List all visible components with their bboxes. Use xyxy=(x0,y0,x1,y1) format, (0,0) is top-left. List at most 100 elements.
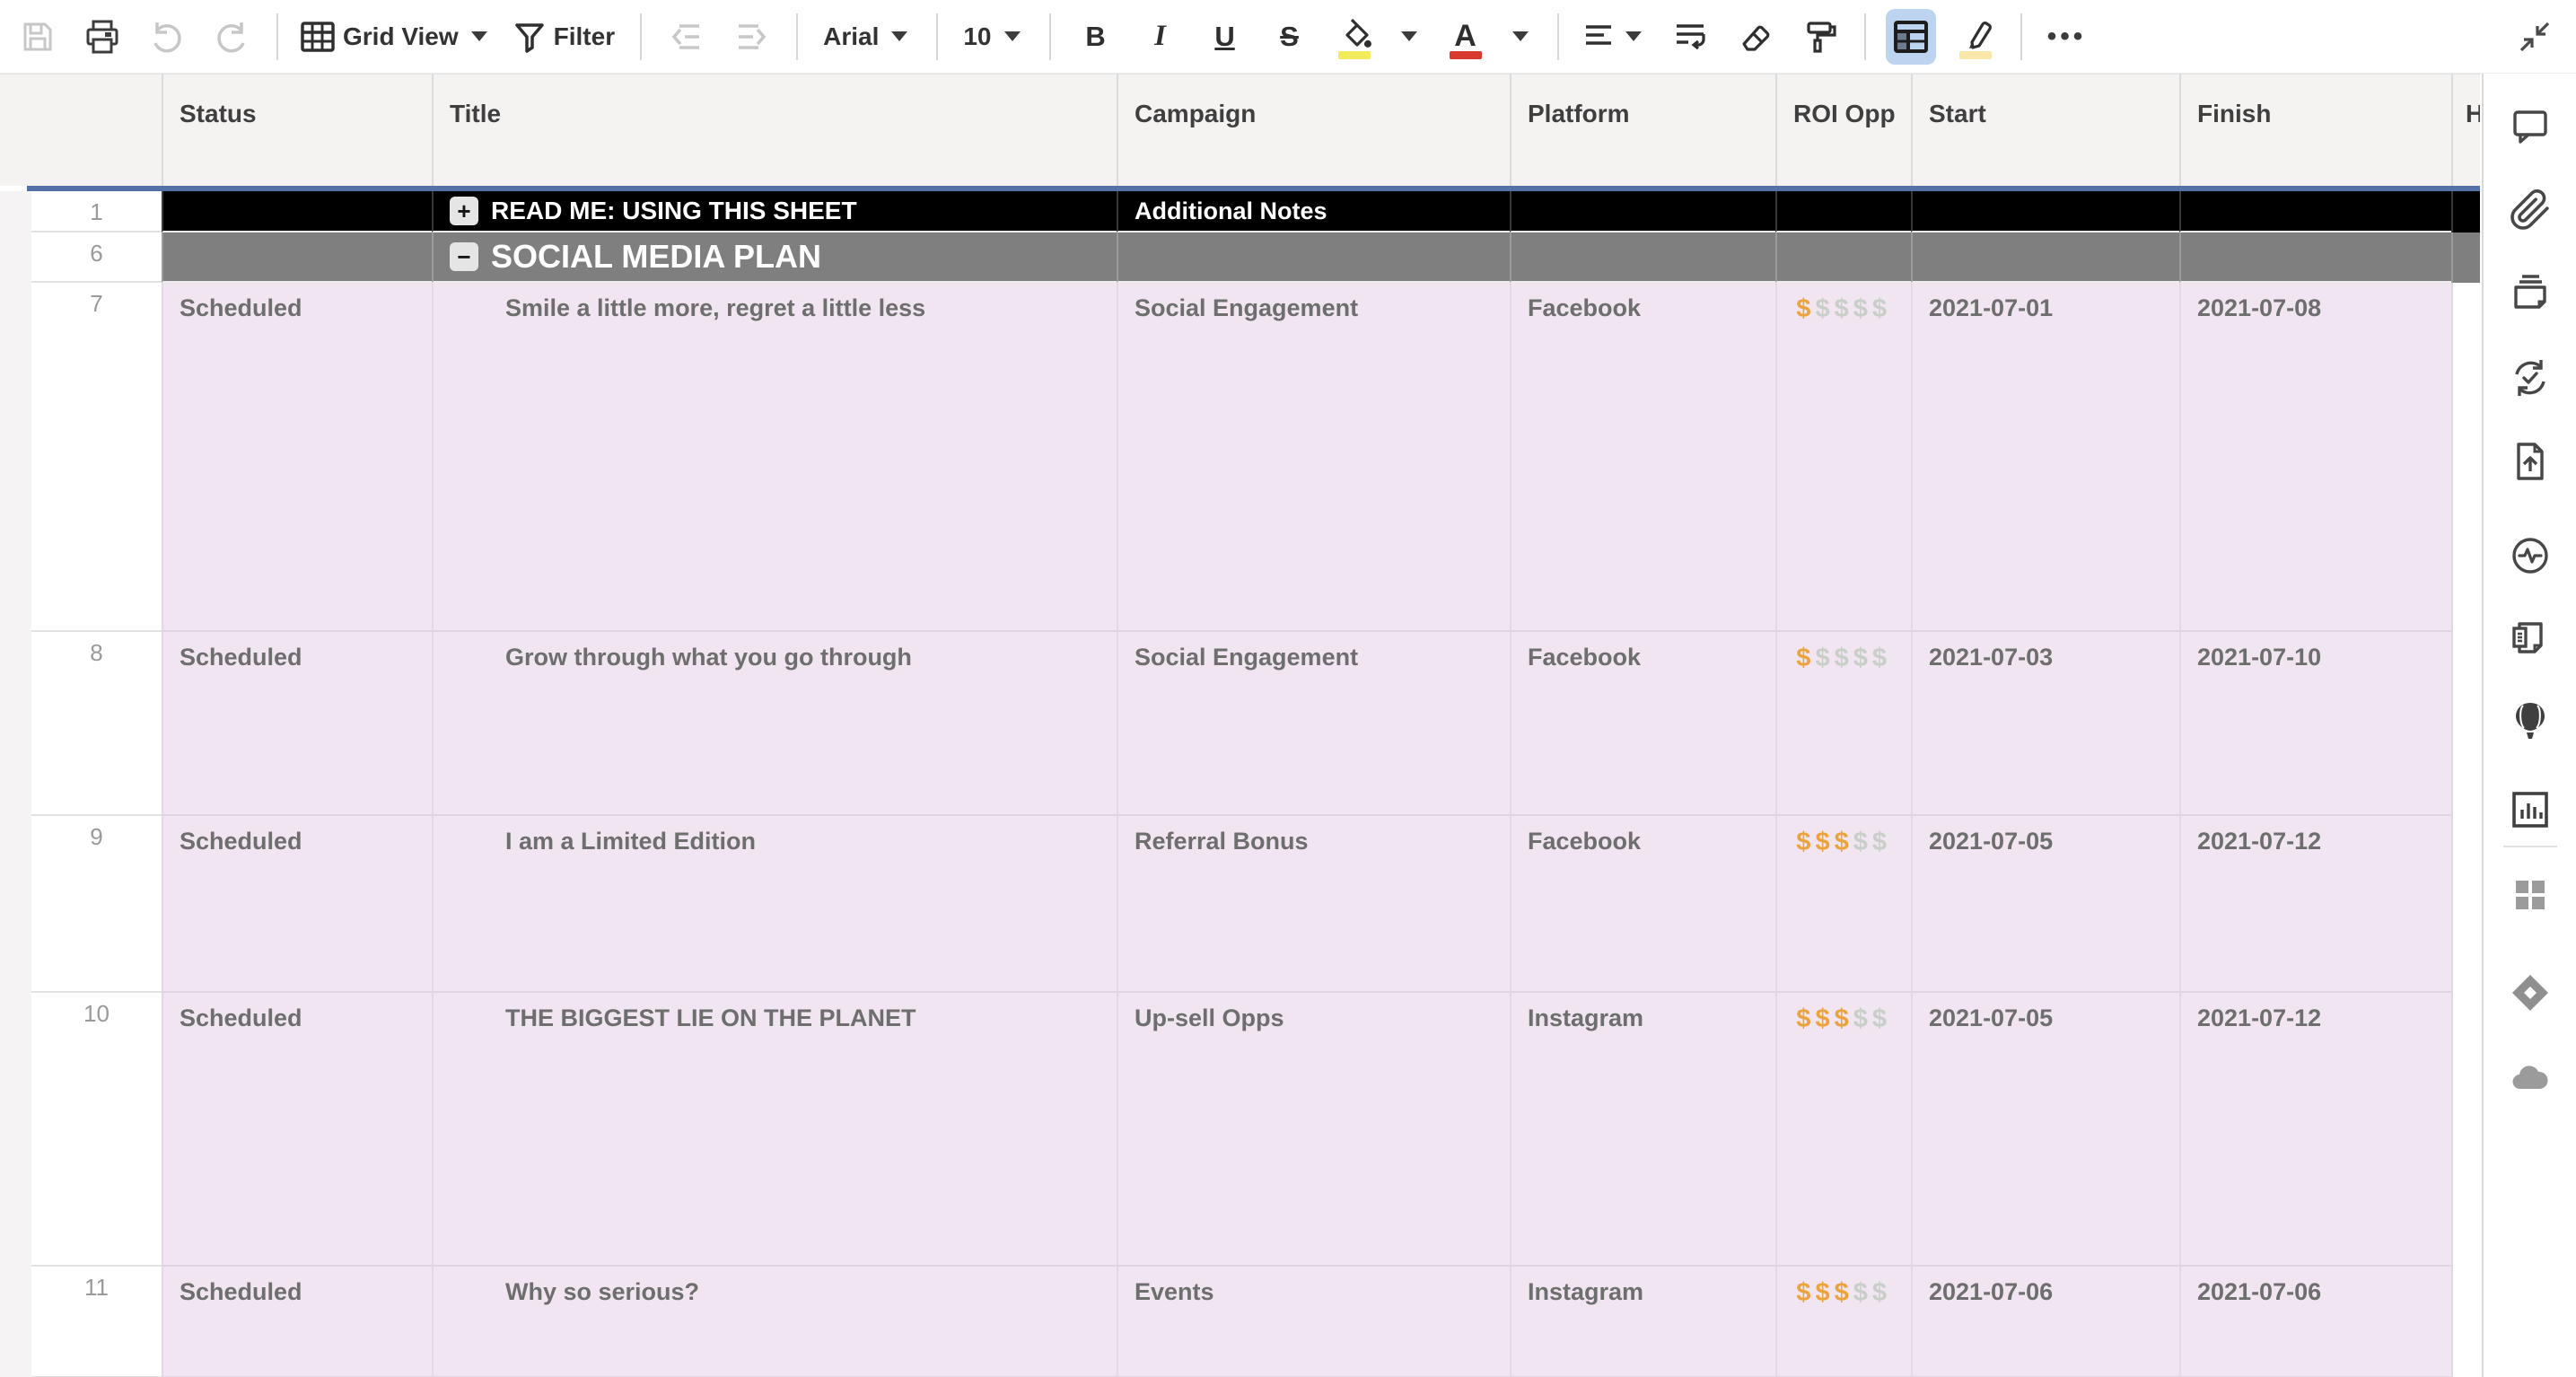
column-header-finish[interactable]: Finish xyxy=(2179,75,2451,186)
attachments-button[interactable] xyxy=(2509,189,2552,232)
text-color-button[interactable]: A xyxy=(1441,9,1491,65)
cell-roi-opp[interactable]: $$$$$ xyxy=(1775,632,1911,816)
font-family-select[interactable]: Arial xyxy=(818,9,916,65)
strikethrough-button[interactable]: S xyxy=(1265,9,1315,65)
cell-finish[interactable] xyxy=(2179,232,2451,283)
save-button[interactable] xyxy=(13,9,63,65)
indent-button[interactable] xyxy=(726,9,776,65)
cell-h-column[interactable] xyxy=(2451,283,2480,632)
text-color-menu[interactable] xyxy=(1505,9,1538,65)
more-options-button[interactable]: ••• xyxy=(2042,9,2092,65)
cell-finish[interactable]: 2021-07-12 xyxy=(2179,993,2451,1267)
cell-title[interactable]: THE BIGGEST LIE ON THE PLANET xyxy=(432,993,1117,1267)
cell-h-column[interactable] xyxy=(2451,1267,2480,1377)
cell-title[interactable]: Grow through what you go through xyxy=(432,632,1117,816)
row-number[interactable]: 8 xyxy=(31,632,162,816)
work-insights-button[interactable] xyxy=(2509,788,2552,831)
cell-start[interactable]: 2021-07-06 xyxy=(1911,1267,2179,1377)
wrap-text-button[interactable] xyxy=(1665,9,1715,65)
premium-apps-button[interactable] xyxy=(2509,971,2552,1014)
outdent-button[interactable] xyxy=(662,9,712,65)
cell-platform[interactable]: Facebook xyxy=(1510,632,1775,816)
cell-start[interactable]: 2021-07-05 xyxy=(1911,816,2179,993)
cell-title[interactable]: Smile a little more, regret a little les… xyxy=(432,283,1117,632)
cell-start[interactable]: 2021-07-03 xyxy=(1911,632,2179,816)
column-header-h[interactable]: H xyxy=(2451,75,2480,186)
align-button[interactable] xyxy=(1579,9,1651,65)
cell-campaign[interactable]: Social Engagement xyxy=(1117,283,1510,632)
cell-start[interactable] xyxy=(1911,191,2179,232)
underline-button[interactable]: U xyxy=(1200,9,1250,65)
row-number[interactable]: 11 xyxy=(31,1267,162,1377)
column-header-title[interactable]: Title xyxy=(432,75,1117,186)
row-number[interactable]: 1 xyxy=(31,191,162,232)
row-number[interactable]: 10 xyxy=(31,993,162,1267)
cell-finish[interactable]: 2021-07-12 xyxy=(2179,816,2451,993)
activity-log-button[interactable] xyxy=(2509,534,2552,577)
collapse-toolbar-button[interactable] xyxy=(2510,9,2560,65)
expand-icon[interactable]: + xyxy=(450,197,478,225)
cell-finish[interactable]: 2021-07-06 xyxy=(2179,1267,2451,1377)
print-button[interactable] xyxy=(77,9,127,65)
cell-campaign[interactable]: Up-sell Opps xyxy=(1117,993,1510,1267)
update-requests-button[interactable] xyxy=(2509,356,2552,399)
cell-roi-opp[interactable]: $$$$$ xyxy=(1775,816,1911,993)
highlight-changes-button[interactable] xyxy=(1950,9,2001,65)
fill-color-button[interactable] xyxy=(1329,9,1380,65)
column-header-start[interactable]: Start xyxy=(1911,75,2179,186)
cell-roi-opp[interactable]: $$$$$ xyxy=(1775,993,1911,1267)
clear-format-button[interactable] xyxy=(1730,9,1780,65)
cell-campaign[interactable]: Social Engagement xyxy=(1117,632,1510,816)
cell-start[interactable] xyxy=(1911,232,2179,283)
cell-title[interactable]: − SOCIAL MEDIA PLAN xyxy=(432,232,1117,283)
row-number[interactable]: 7 xyxy=(31,283,162,632)
conversations-button[interactable] xyxy=(2509,105,2552,148)
cell-campaign[interactable]: Additional Notes xyxy=(1117,191,1510,232)
column-header-platform[interactable]: Platform xyxy=(1510,75,1775,186)
collapse-icon[interactable]: − xyxy=(450,242,478,271)
column-header-roi-opp[interactable]: ROI Opp xyxy=(1775,75,1911,186)
cell-campaign[interactable] xyxy=(1117,232,1510,283)
cell-roi-opp[interactable] xyxy=(1775,191,1911,232)
cell-platform[interactable]: Instagram xyxy=(1510,993,1775,1267)
cell-status[interactable]: Scheduled xyxy=(162,283,432,632)
cell-platform[interactable] xyxy=(1510,232,1775,283)
view-selector[interactable]: Grid View xyxy=(298,9,496,65)
sheet-summary-button[interactable] xyxy=(2509,617,2552,660)
cell-finish[interactable]: 2021-07-10 xyxy=(2179,632,2451,816)
cell-title[interactable]: Why so serious? xyxy=(432,1267,1117,1377)
cell-h-column[interactable] xyxy=(2451,993,2480,1267)
bold-button[interactable]: B xyxy=(1071,9,1121,65)
cell-finish[interactable]: 2021-07-08 xyxy=(2179,283,2451,632)
redo-button[interactable] xyxy=(206,9,257,65)
cell-campaign[interactable]: Referral Bonus xyxy=(1117,816,1510,993)
cloud-status-button[interactable] xyxy=(2509,1057,2552,1100)
cell-status[interactable] xyxy=(162,191,432,232)
fill-color-menu[interactable] xyxy=(1394,9,1426,65)
cell-h-column[interactable] xyxy=(2451,191,2480,232)
proofs-button[interactable] xyxy=(2509,271,2552,314)
cell-title[interactable]: + READ ME: USING THIS SHEET xyxy=(432,191,1117,232)
cell-title[interactable]: I am a Limited Edition xyxy=(432,816,1117,993)
cell-start[interactable]: 2021-07-05 xyxy=(1911,993,2179,1267)
cell-status[interactable] xyxy=(162,232,432,283)
cell-start[interactable]: 2021-07-01 xyxy=(1911,283,2179,632)
cell-status[interactable]: Scheduled xyxy=(162,816,432,993)
cell-platform[interactable]: Instagram xyxy=(1510,1267,1775,1377)
cell-h-column[interactable] xyxy=(2451,816,2480,993)
row-number[interactable]: 9 xyxy=(31,816,162,993)
format-painter-button[interactable] xyxy=(1794,9,1844,65)
cell-roi-opp[interactable]: $$$$$ xyxy=(1775,283,1911,632)
italic-button[interactable]: I xyxy=(1135,9,1186,65)
font-size-select[interactable]: 10 xyxy=(958,9,1029,65)
row-number[interactable]: 6 xyxy=(31,232,162,283)
cell-platform[interactable] xyxy=(1510,191,1775,232)
apps-button[interactable] xyxy=(2509,873,2552,917)
column-header-campaign[interactable]: Campaign xyxy=(1117,75,1510,186)
publish-button[interactable] xyxy=(2509,440,2552,483)
cell-roi-opp[interactable]: $$$$$ xyxy=(1775,1267,1911,1377)
cell-finish[interactable] xyxy=(2179,191,2451,232)
whats-new-button[interactable] xyxy=(2509,700,2552,743)
cell-platform[interactable]: Facebook xyxy=(1510,816,1775,993)
cell-formatting-toggle[interactable] xyxy=(1885,8,1936,65)
